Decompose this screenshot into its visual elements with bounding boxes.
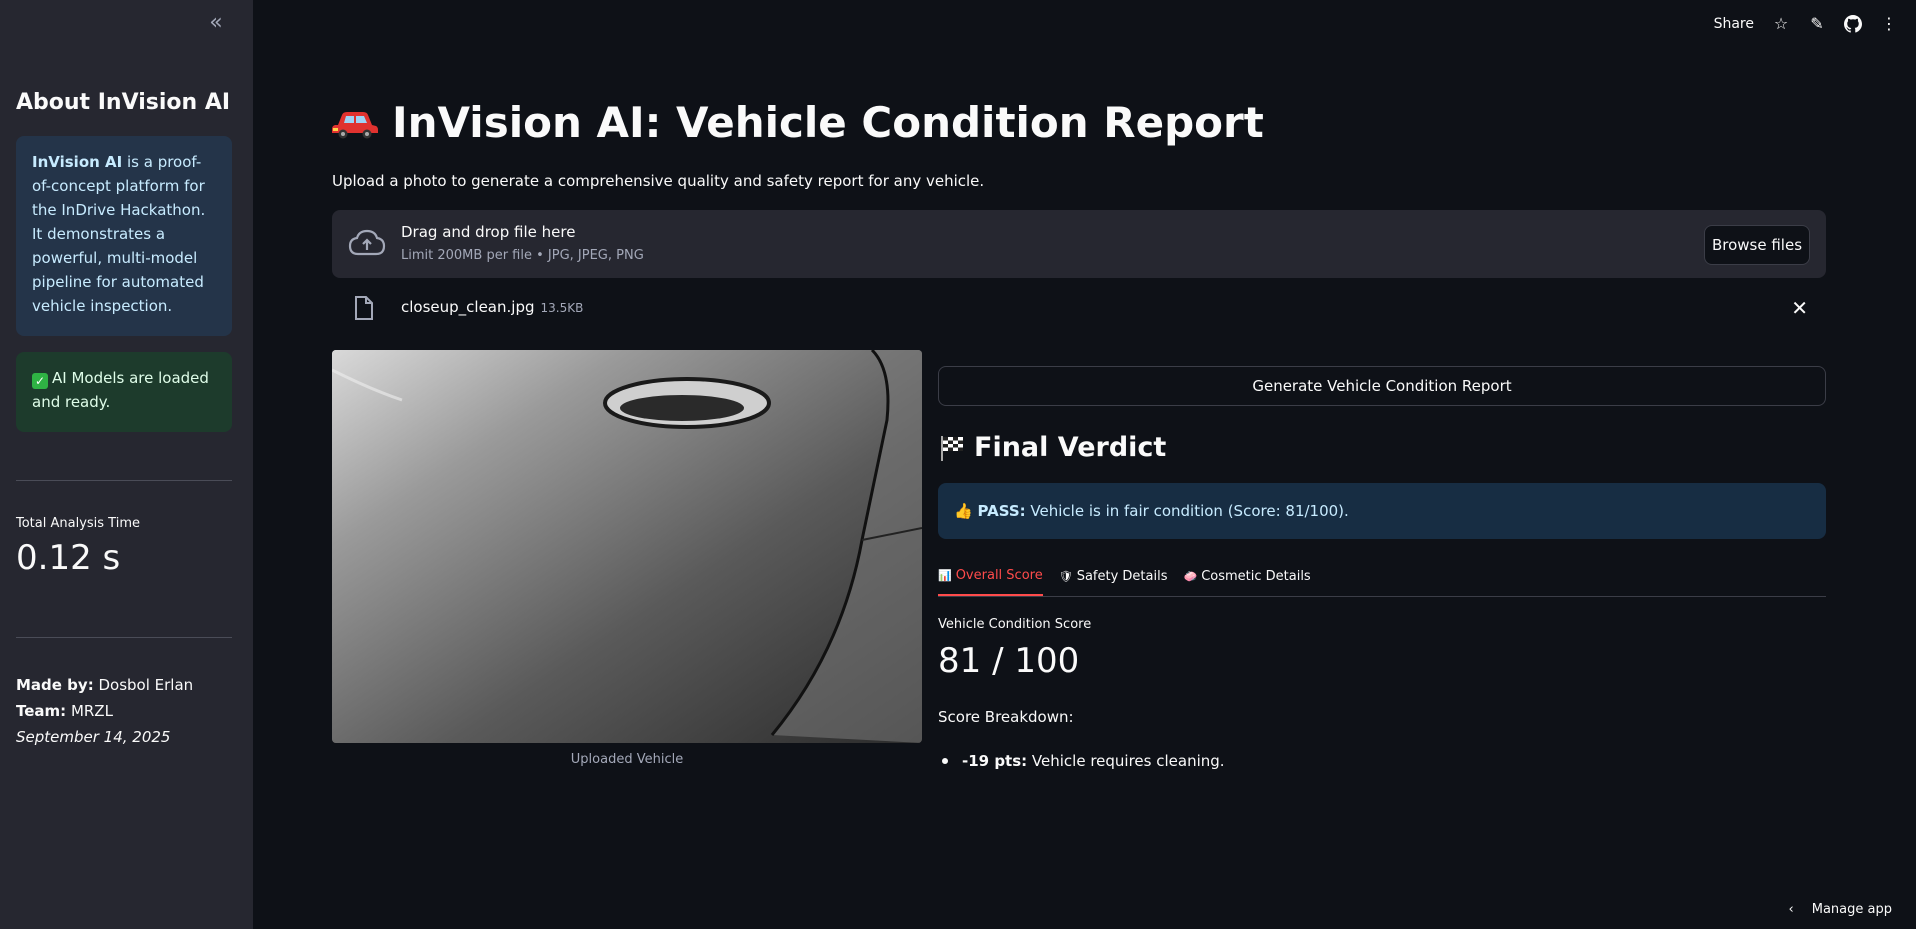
points-text: Vehicle requires cleaning. (1027, 752, 1225, 770)
manage-app-label: Manage app (1811, 902, 1892, 917)
score-value: 81 / 100 (938, 641, 1080, 681)
file-name: closeup_clean.jpg 13.5KB (401, 298, 583, 316)
shield-icon: 🛡 (1058, 569, 1073, 583)
info-bold: InVision AI (32, 153, 123, 171)
cloud-upload-icon (348, 229, 386, 256)
credits: Made by: Dosbol Erlan Team: MRZL Septemb… (16, 672, 193, 750)
date: September 14, 2025 (16, 728, 171, 746)
file-name-text: closeup_clean.jpg (401, 298, 535, 316)
limit-text: Limit 200MB per file • JPG, JPEG, PNG (401, 248, 644, 263)
subtitle: Upload a photo to generate a comprehensi… (332, 172, 985, 190)
star-icon[interactable]: ☆ (1772, 15, 1790, 33)
verdict-title-text: Final Verdict (974, 432, 1167, 463)
team: MRZL (66, 702, 113, 720)
bullet-dot (942, 758, 948, 764)
tab-label: Cosmetic Details (1201, 568, 1311, 584)
status-text: AI Models are loaded and ready. (32, 369, 209, 411)
thumbs-up-icon: 👍 (954, 502, 973, 520)
info-box: InVision AI is a proof-of-concept platfo… (16, 136, 232, 336)
pencil-icon[interactable]: ✎ (1808, 15, 1826, 33)
checkered-flag-icon (941, 435, 963, 461)
uploaded-file: closeup_clean.jpg 13.5KB ✕ (332, 290, 1826, 330)
tab-bar: 📊 Overall Score 🛡 Safety Details 🧼 Cosmetic… (938, 562, 1826, 597)
chevron-left-icon: ‹ (1788, 902, 1794, 917)
manage-app-button[interactable]: ‹ Manage app (1789, 902, 1892, 917)
car-icon (332, 111, 378, 138)
check-icon: ✓ (32, 373, 48, 389)
image-caption: Uploaded Vehicle (570, 752, 684, 767)
vehicle-photo-drawing (332, 350, 922, 743)
divider (16, 637, 232, 638)
verdict-label: PASS: (977, 502, 1026, 520)
vehicle-image (332, 350, 922, 743)
made-by: Dosbol Erlan (93, 676, 194, 694)
made-by-label: Made by: (16, 676, 94, 694)
file-uploader[interactable]: Drag and drop file here Limit 200MB per … (332, 210, 1826, 278)
sidebar-title: About InVision AI (16, 90, 231, 115)
status-box: ✓ AI Models are loaded and ready. (16, 352, 232, 432)
title-text: InVision AI: Vehicle Condition Report (392, 98, 1264, 147)
chevrons-left-icon[interactable]: « (204, 12, 228, 36)
verdict-alert: 👍 PASS: Vehicle is in fair condition (Sc… (938, 483, 1826, 539)
sidebar: « About InVision AI InVision AI is a pro… (0, 0, 253, 929)
team-label: Team: (16, 702, 67, 720)
more-vertical-icon[interactable]: ⋮ (1880, 15, 1898, 33)
bar-chart-icon: 📊 (938, 568, 952, 582)
verdict-title: Final Verdict (938, 432, 1166, 463)
file-icon (355, 296, 373, 320)
tab-cosmetic-details[interactable]: 🧼 Cosmetic Details (1183, 562, 1310, 596)
verdict-text: Vehicle is in fair condition (Score: 81/… (1025, 502, 1349, 520)
tab-label: Safety Details (1076, 568, 1168, 584)
share-button[interactable]: Share (1714, 16, 1754, 32)
divider (16, 480, 232, 481)
page-title: InVision AI: Vehicle Condition Report (332, 98, 1264, 147)
soap-icon: 🧼 (1183, 569, 1198, 583)
github-icon[interactable] (1844, 15, 1862, 33)
breakdown-title: Score Breakdown: (938, 708, 1074, 726)
drag-text: Drag and drop file here (401, 223, 576, 241)
close-icon[interactable]: ✕ (1791, 296, 1808, 320)
points-label: -19 pts: (962, 752, 1028, 770)
tab-safety-details[interactable]: 🛡 Safety Details (1059, 562, 1168, 596)
generate-report-button[interactable]: Generate Vehicle Condition Report (938, 366, 1826, 406)
list-item: -19 pts: Vehicle requires cleaning. (938, 752, 1225, 770)
metric-value: 0.12 s (16, 538, 121, 578)
browse-files-button[interactable]: Browse files (1704, 225, 1810, 265)
toolbar: Share ☆ ✎ ⋮ (1714, 10, 1898, 38)
info-text: is a proof-of-concept platform for the I… (32, 153, 206, 315)
tab-overall-score[interactable]: 📊 Overall Score (938, 562, 1043, 596)
score-label: Vehicle Condition Score (938, 617, 1092, 632)
file-size: 13.5KB (540, 301, 584, 315)
tab-label: Overall Score (955, 567, 1043, 583)
metric-label: Total Analysis Time (16, 516, 141, 531)
